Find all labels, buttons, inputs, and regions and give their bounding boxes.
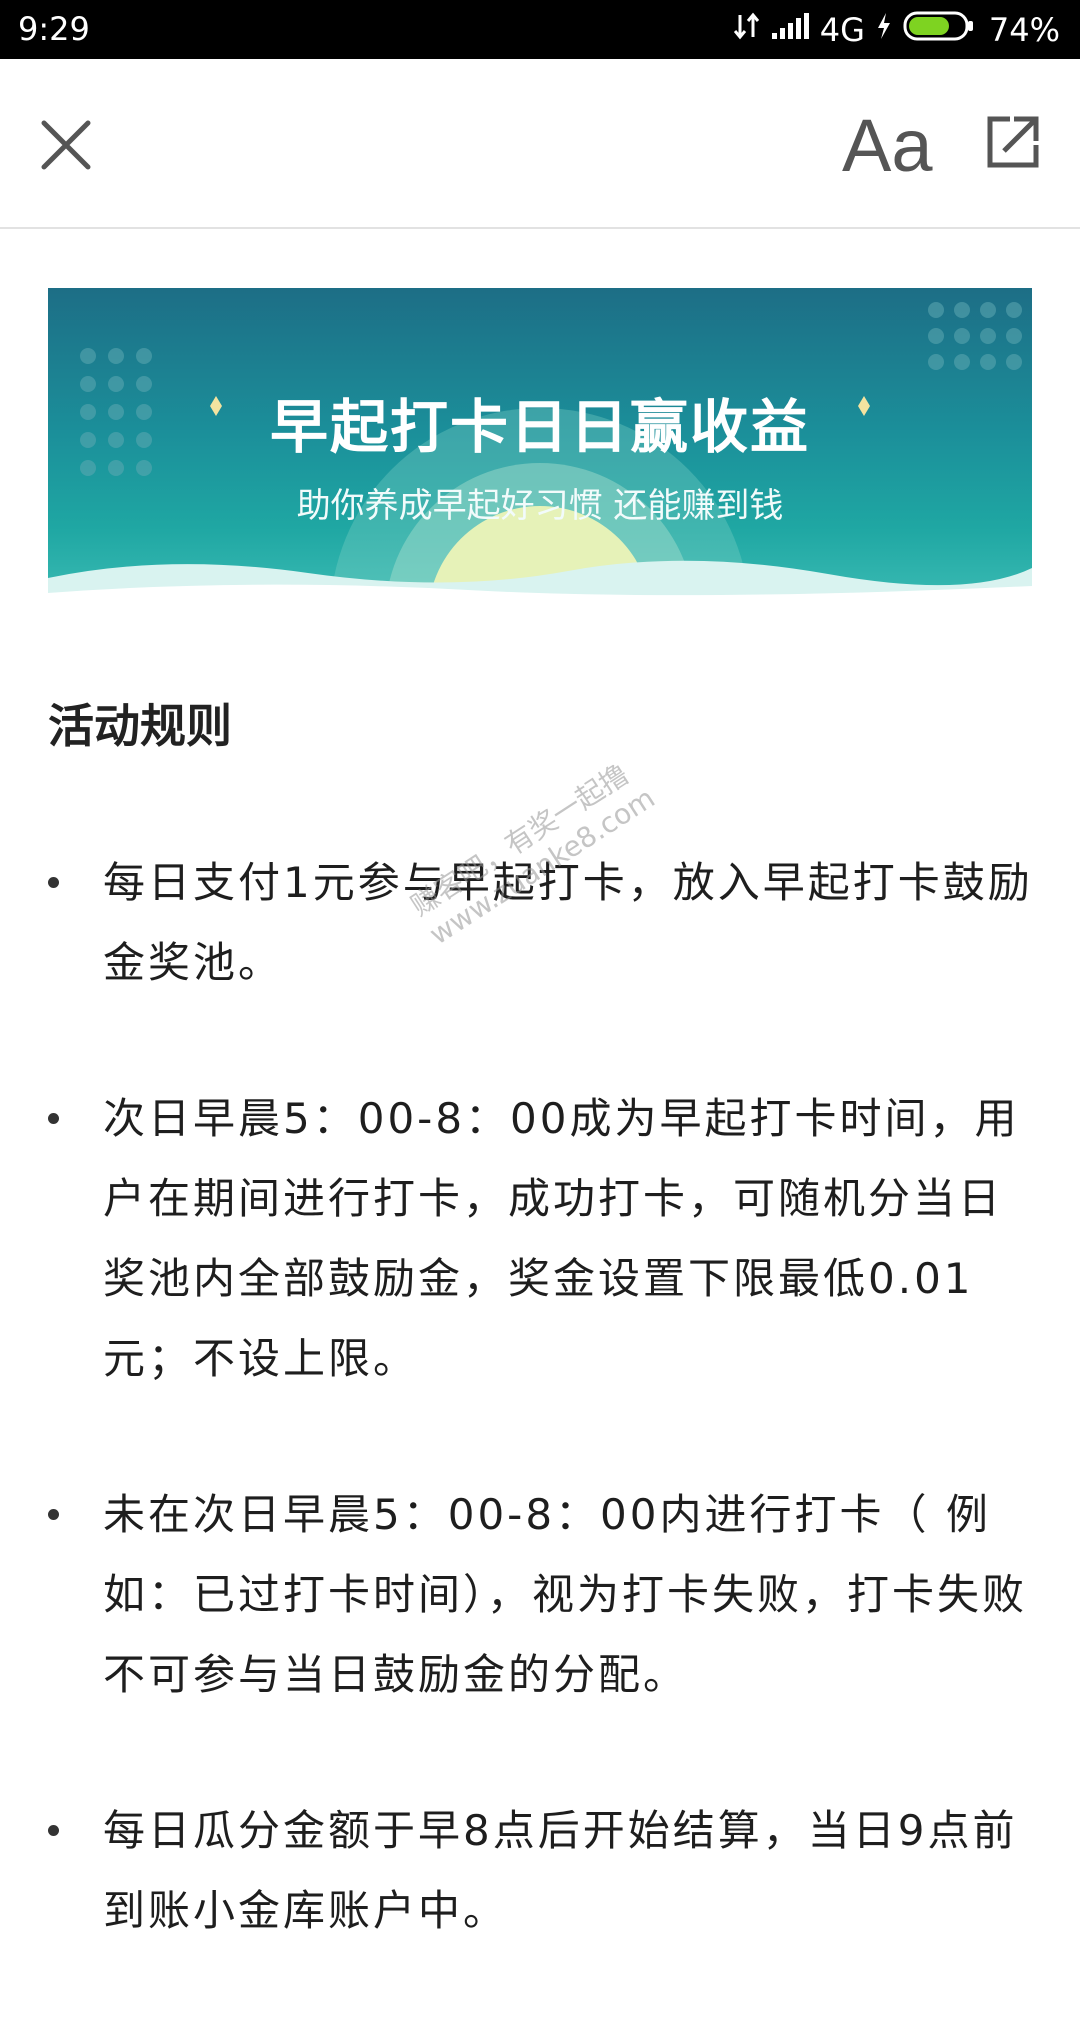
rule-text: 次日早晨5：00-8：00成为早起打卡时间，用户在期间进行打卡，成功打卡，可随机… <box>103 1094 1020 1383</box>
close-icon <box>41 120 91 170</box>
section-heading: 活动规则 <box>48 699 232 753</box>
promo-banner: 早起打卡日日赢收益 助你养成早起好习惯 还能赚到钱 <box>48 288 1032 608</box>
close-button[interactable] <box>38 117 94 173</box>
font-size-icon: Aa <box>842 104 933 187</box>
banner-subtitle: 助你养成早起好习惯 还能赚到钱 <box>296 486 784 526</box>
battery-icon <box>903 10 975 50</box>
status-icons: 4G 74% <box>733 10 1060 50</box>
banner-title: 早起打卡日日赢收益 <box>269 393 810 461</box>
bullet-icon <box>48 1113 59 1124</box>
rules-list: 每日支付1元参与早起打卡，放入早起打卡鼓励金奖池。 次日早晨5：00-8：00成… <box>0 843 1080 2027</box>
font-size-button[interactable]: Aa <box>836 104 966 187</box>
share-icon <box>987 116 1039 168</box>
rule-text: 每日瓜分金额于早8点后开始结算，当日9点前到账小金库账户中。 <box>103 1806 1018 1935</box>
share-button[interactable] <box>984 113 1042 171</box>
battery-percentage: 74% <box>988 11 1060 49</box>
top-toolbar: Aa <box>0 59 1080 229</box>
status-time: 9:29 <box>18 10 90 48</box>
bullet-icon <box>48 1825 59 1836</box>
rule-text: 未在次日早晨5：00-8：00内进行打卡（ 例如：已过打卡时间），视为打卡失败，… <box>103 1490 1028 1699</box>
network-type: 4G <box>819 11 865 49</box>
status-bar: 9:29 4G 74% <box>0 0 1080 59</box>
signal-icon <box>770 11 810 49</box>
bullet-icon <box>48 1509 59 1520</box>
data-transfer-icon <box>733 11 760 49</box>
rule-item: 每日瓜分金额于早8点后开始结算，当日9点前到账小金库账户中。 <box>0 1791 1080 1951</box>
rule-item: 次日早晨5：00-8：00成为早起打卡时间，用户在期间进行打卡，成功打卡，可随机… <box>0 1079 1080 1399</box>
font-button-label: Aa <box>842 109 933 181</box>
bullet-icon <box>48 877 59 888</box>
charging-icon <box>875 11 893 49</box>
rule-item: 未在次日早晨5：00-8：00内进行打卡（ 例如：已过打卡时间），视为打卡失败，… <box>0 1475 1080 1715</box>
